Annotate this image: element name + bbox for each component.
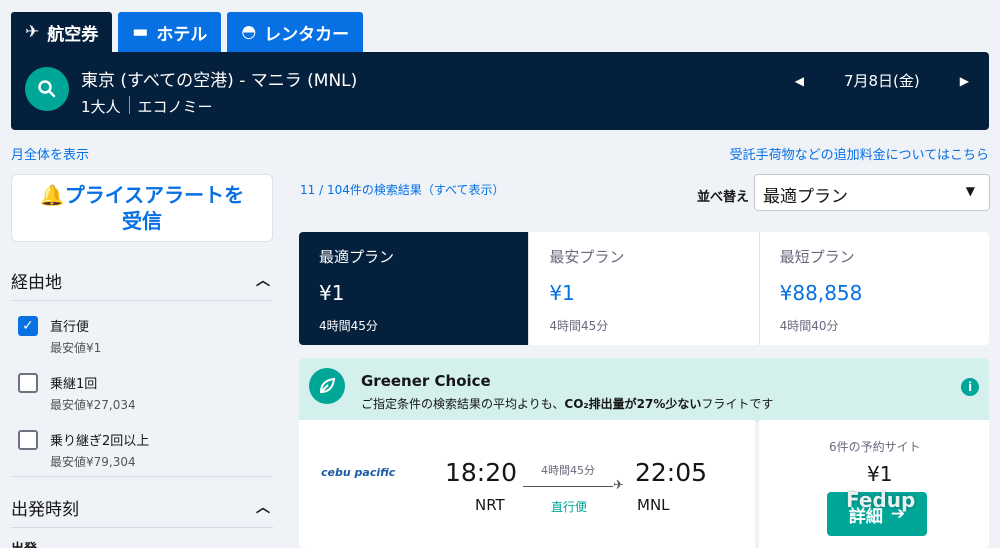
greener-title: Greener Choice <box>361 372 491 390</box>
greener-desc-suffix: フライトです <box>701 397 774 411</box>
price-alert-button[interactable]: 🔔プライスアラートを 受信 <box>11 174 273 242</box>
greener-desc-prefix: ご指定条件の検索結果の平均よりも、 <box>361 397 565 411</box>
departure-time: 18:20 <box>445 458 518 487</box>
selected-date[interactable]: 7月8日(金) <box>844 70 920 91</box>
two-stops-checkbox[interactable] <box>18 430 38 450</box>
tab-hotels[interactable]: ▬ ホテル <box>118 12 222 52</box>
prev-date-icon[interactable]: ◀ <box>795 74 804 88</box>
direct-label: 直行便 <box>50 320 90 335</box>
month-view-link[interactable]: 月全体を表示 <box>11 144 89 163</box>
tab-flights-label: 航空券 <box>47 24 99 45</box>
info-icon[interactable]: i <box>961 378 979 396</box>
one-stop-label: 乗継1回 <box>50 377 98 392</box>
watermark: Fedup <box>846 488 916 512</box>
direct-checkbox[interactable]: ✓ <box>18 316 38 336</box>
tab-fastest-plan[interactable]: 最短プラン ¥88,858 4時間40分 <box>760 232 989 345</box>
two-stops-min-price: 最安値¥79,304 <box>50 455 136 469</box>
departure-airport: NRT <box>475 496 505 514</box>
flight-result-card[interactable]: cebu pacific 18:20 NRT 4時間45分 ✈ 直行便 22:0… <box>299 420 755 548</box>
results-count[interactable]: 11 / 104件の検索結果（すべて表示） <box>300 181 505 198</box>
tab-cheapest-plan[interactable]: 最安プラン ¥1 4時間45分 <box>529 232 760 345</box>
one-stop-checkbox[interactable] <box>18 373 38 393</box>
greener-choice-banner: Greener Choice ご指定条件の検索結果の平均よりも、CO₂排出量が2… <box>299 358 989 422</box>
plan-price: ¥1 <box>549 281 575 305</box>
offer-price: ¥1 <box>867 462 893 486</box>
plan-duration: 4時間45分 <box>319 319 378 333</box>
passenger-cabin: 1大人 エコノミー <box>81 96 213 117</box>
arrival-airport: MNL <box>637 496 670 514</box>
plan-title: 最安プラン <box>549 248 625 266</box>
filter-option-two-stops[interactable]: 乗り継ぎ2回以上 最安値¥79,304 <box>18 430 149 470</box>
search-summary-bar[interactable]: 東京 (すべての空港) - マニラ (MNL) 1大人 エコノミー ◀ 7月8日… <box>11 52 989 130</box>
plan-price: ¥1 <box>319 281 345 305</box>
price-alert-label-2: 受信 <box>122 209 162 233</box>
one-stop-min-price: 最安値¥27,034 <box>50 398 136 412</box>
bed-icon: ▬ <box>132 22 149 42</box>
departure-sublabel: 出発 <box>11 538 37 548</box>
plane-icon: ✈ <box>613 478 624 493</box>
greener-desc-co2: CO₂排出量が27%少ない <box>564 397 702 411</box>
filter-option-direct[interactable]: ✓ 直行便 最安値¥1 <box>18 316 101 356</box>
product-tabs: ✈ 航空券 ▬ ホテル ◓ レンタカー <box>11 12 364 52</box>
next-date-icon[interactable]: ▶ <box>960 74 969 88</box>
leaf-icon <box>309 368 345 404</box>
filter-divider <box>11 300 273 301</box>
filter-option-one-stop[interactable]: 乗継1回 最安値¥27,034 <box>18 373 136 413</box>
tab-car-rental-label: レンタカー <box>264 24 350 45</box>
filter-divider <box>11 476 273 477</box>
arrival-time: 22:05 <box>635 458 708 487</box>
divider <box>128 96 130 114</box>
extra-fees-link[interactable]: 受託手荷物などの追加料金についてはこちら <box>730 144 989 163</box>
plan-title: 最短プラン <box>779 248 855 266</box>
route-text: 東京 (すべての空港) - マニラ (MNL) <box>81 71 358 91</box>
chevron-up-icon[interactable]: ︿ <box>256 497 270 517</box>
plan-duration: 4時間40分 <box>779 319 839 333</box>
plan-tabs: 最適プラン ¥1 4時間45分 最安プラン ¥1 4時間45分 最短プラン ¥8… <box>299 232 989 345</box>
price-alert-label-1: プライスアラートを <box>64 183 245 207</box>
booking-sites-count: 6件の予約サイト <box>829 440 921 454</box>
plan-price: ¥88,858 <box>779 281 863 305</box>
passenger-count: 1大人 <box>81 98 121 116</box>
sort-label: 並べ替え <box>697 190 750 205</box>
filter-divider <box>11 527 273 528</box>
plan-duration: 4時間45分 <box>549 319 609 333</box>
cabin-class: エコノミー <box>137 98 213 116</box>
chevron-up-icon[interactable]: ︿ <box>256 270 270 290</box>
tab-car-rental[interactable]: ◓ レンタカー <box>227 12 364 52</box>
direct-min-price: 最安値¥1 <box>50 341 102 355</box>
stops-filter-title[interactable]: 経由地 <box>11 268 62 293</box>
caret-down-icon: ▼ <box>965 184 975 198</box>
plane-icon: ✈ <box>25 22 40 42</box>
date-navigator: ◀ 7月8日(金) ▶ <box>795 70 969 91</box>
offer-card: 6件の予約サイト ¥1 詳細 ➔ <box>759 420 989 548</box>
car-icon: ◓ <box>241 22 257 42</box>
flight-duration: 4時間45分 <box>541 464 595 477</box>
tab-best-plan[interactable]: 最適プラン ¥1 4時間45分 <box>299 232 530 345</box>
departure-time-title[interactable]: 出発時刻 <box>11 495 79 520</box>
stops-label: 直行便 <box>551 500 588 514</box>
airline-logo: cebu pacific <box>321 466 396 479</box>
two-stops-label: 乗り継ぎ2回以上 <box>50 434 150 449</box>
sort-select[interactable]: 最適プラン ▼ <box>754 174 990 211</box>
bell-icon: 🔔 <box>39 183 65 207</box>
sort-value: 最適プラン <box>763 187 848 207</box>
greener-description: ご指定条件の検索結果の平均よりも、CO₂排出量が27%少ないフライトです <box>361 395 773 412</box>
plan-title: 最適プラン <box>319 248 395 266</box>
flight-line <box>523 486 613 487</box>
tab-hotels-label: ホテル <box>156 24 208 45</box>
tab-flights[interactable]: ✈ 航空券 <box>11 12 113 52</box>
search-icon[interactable] <box>25 67 69 111</box>
